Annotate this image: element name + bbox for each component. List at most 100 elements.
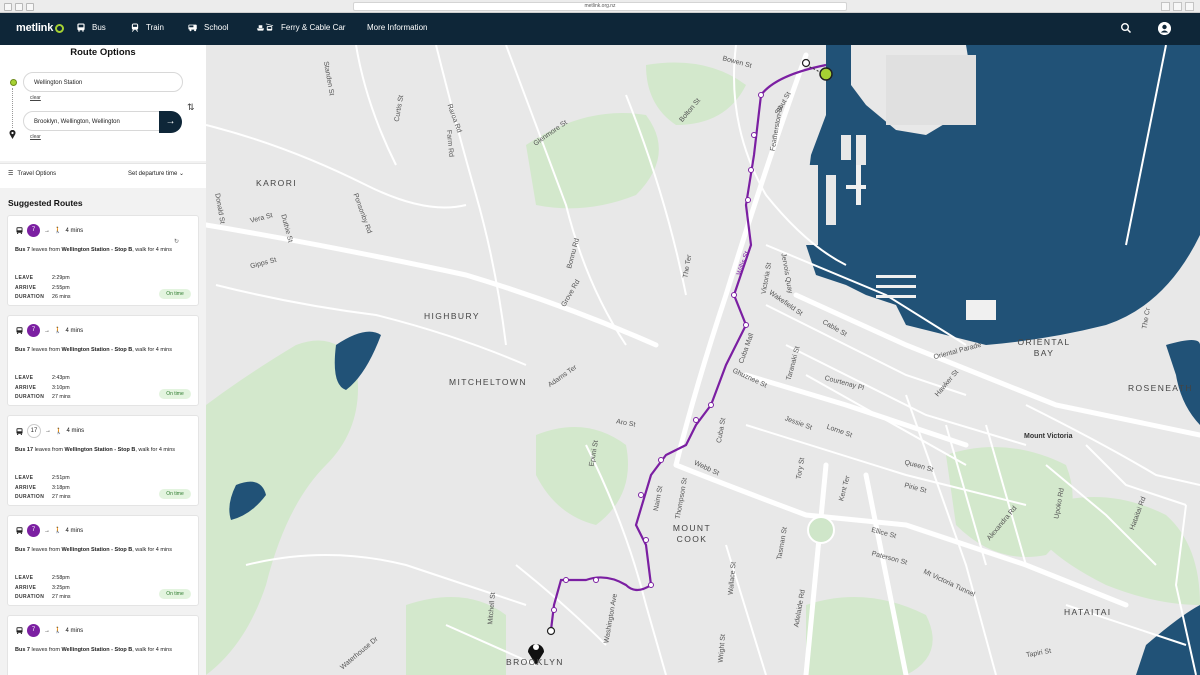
nav-bus[interactable]: Bus	[76, 23, 106, 32]
arrow-icon: →	[44, 327, 50, 334]
bus-icon	[16, 327, 23, 334]
route-description: Bus 7 leaves from Wellington Station - S…	[15, 346, 193, 355]
go-button[interactable]: →	[159, 111, 182, 133]
route-summary: 7 → 🚶 4 mins	[16, 324, 83, 337]
route-description: Bus 7 leaves from Wellington Station - S…	[15, 246, 193, 255]
arrow-icon: →	[44, 227, 50, 234]
route-summary: 7 → 🚶 4 mins	[16, 524, 83, 537]
map-label-suburb: MITCHELTOWN	[449, 377, 527, 387]
nav-school[interactable]: School	[188, 23, 228, 32]
map-label-suburb: MOUNT COOK	[672, 523, 712, 544]
origin-marker-icon[interactable]	[819, 67, 833, 81]
map-label-place: Mount Victoria	[1024, 433, 1073, 440]
route-card[interactable]: 17 → 🚶 4 mins Bus 17 leaves from Welling…	[7, 415, 199, 506]
logo-ring-icon	[55, 23, 65, 33]
arrow-icon: →	[44, 627, 50, 634]
nav-ferry-label: Ferry & Cable Car	[281, 23, 346, 32]
user-account-icon[interactable]	[1158, 22, 1171, 35]
logo-text: metlink	[16, 22, 54, 34]
leave-time: 2:43pm	[52, 375, 70, 381]
route-map[interactable]: KARORI HIGHBURY MITCHELTOWN MOUNT COOK B…	[206, 45, 1200, 675]
search-icon[interactable]	[1120, 22, 1132, 34]
route-walk-text: , walk for 4 mins	[132, 347, 172, 353]
train-icon	[131, 23, 139, 32]
browser-actions[interactable]	[1161, 2, 1194, 11]
origin-input[interactable]: Wellington Station	[23, 72, 183, 92]
bus-icon	[16, 527, 23, 534]
destination-input[interactable]: Brooklyn, Wellington, Wellington	[23, 111, 167, 131]
nav-school-label: School	[204, 23, 229, 32]
ferry-cablecar-icon	[256, 23, 274, 31]
walk-icon: 🚶	[54, 228, 62, 234]
route-card[interactable]: 7 → 🚶 4 mins ↻ Bus 7 leaves from Welling…	[7, 215, 199, 306]
route-desc-text: leaves from	[29, 347, 62, 353]
nav-ferry-cable-car[interactable]: Ferry & Cable Car	[255, 23, 345, 32]
departure-time-dropdown[interactable]: Set departure time ⌄	[128, 170, 184, 177]
leave-time: 2:29pm	[52, 275, 70, 281]
duration-value: 27 mins	[52, 594, 71, 600]
route-summary: 7 → 🚶 4 mins	[16, 224, 83, 237]
arrow-right-icon: →	[165, 116, 176, 127]
route-stop-name: Wellington Station - Stop B	[61, 247, 133, 253]
walk-duration: 4 mins	[65, 327, 84, 334]
route-stop-name: Wellington Station - Stop B	[61, 547, 133, 553]
bus-icon	[16, 427, 23, 435]
metlink-logo[interactable]: metlink	[16, 22, 65, 34]
route-description: Bus 17 leaves from Wellington Station - …	[15, 446, 193, 455]
arrow-icon: →	[45, 428, 51, 434]
map-label-suburb: BROOKLYN	[506, 657, 564, 667]
route-stop-name: Wellington Station - Stop B	[64, 447, 136, 453]
arrive-time: 2:55pm	[52, 284, 70, 291]
clear-origin-link[interactable]: clear	[30, 95, 41, 101]
route-start-stop[interactable]	[801, 58, 811, 68]
route-desc-text: leaves from	[29, 247, 62, 253]
arrow-icon: →	[44, 527, 50, 534]
route-number-badge: 7	[27, 524, 40, 537]
route-form: Route Options Wellington Station clear B…	[0, 45, 206, 161]
map-canvas[interactable]	[206, 45, 1200, 675]
route-walk-text: , walk for 4 mins	[135, 447, 176, 453]
departure-time-label: Set departure time	[128, 171, 178, 177]
refresh-icon[interactable]: ↻	[174, 238, 179, 245]
route-walk-text: , walk for 4 mins	[132, 247, 172, 253]
clear-destination-link[interactable]: clear	[30, 134, 41, 140]
travel-options-label: Travel Options	[17, 170, 57, 177]
route-options-title: Route Options	[70, 47, 136, 58]
route-times: LEAVE 2:51pm ARRIVE 3:18pm DURATION 27 mins	[15, 474, 71, 503]
route-end-stop[interactable]	[546, 626, 556, 636]
walk-icon: 🚶	[54, 528, 62, 534]
arrive-label: ARRIVE	[15, 284, 37, 291]
status-badge: On time	[159, 389, 191, 399]
route-number-badge: 7	[27, 624, 40, 637]
nav-more-information[interactable]: More Information	[367, 23, 427, 32]
route-card[interactable]: 7 → 🚶 4 mins Bus 7 leaves from Wellingto…	[7, 615, 199, 675]
route-description: Bus 7 leaves from Wellington Station - S…	[15, 646, 193, 655]
route-connector	[12, 88, 14, 128]
nav-train[interactable]: Train	[130, 23, 164, 32]
options-bar: ☰ Travel Options Set departure time ⌄	[0, 163, 206, 188]
walk-duration: 4 mins	[66, 428, 85, 434]
route-card[interactable]: 7 → 🚶 4 mins Bus 7 leaves from Wellingto…	[7, 515, 199, 606]
address-bar[interactable]: metlink.org.nz	[353, 2, 847, 11]
route-bus-name: Bus 7	[15, 547, 30, 553]
route-walk-text: , walk for 4 mins	[132, 647, 172, 653]
duration-label: DURATION	[15, 394, 45, 400]
route-times: LEAVE 2:58pm ARRIVE 3:25pm DURATION 27 mins	[15, 574, 71, 603]
travel-options-button[interactable]: ☰ Travel Options	[8, 170, 57, 178]
swap-icon[interactable]: ⇅	[187, 102, 195, 113]
status-badge: On time	[159, 589, 191, 599]
bus-icon	[77, 23, 85, 32]
leave-label: LEAVE	[15, 575, 34, 581]
leave-label: LEAVE	[15, 375, 34, 381]
window-controls[interactable]	[4, 3, 34, 11]
route-summary: 7 → 🚶 4 mins	[16, 624, 83, 637]
route-bus-name: Bus 7	[15, 347, 30, 353]
route-bus-name: Bus 17	[15, 447, 34, 453]
school-bus-icon	[188, 24, 197, 32]
top-navigation: metlink Bus Train School Ferry & Cable C…	[0, 13, 1200, 45]
duration-value: 27 mins	[52, 494, 71, 500]
bus-icon	[16, 227, 23, 234]
route-card[interactable]: 7 → 🚶 4 mins Bus 7 leaves from Wellingto…	[7, 315, 199, 406]
duration-value: 26 mins	[52, 294, 71, 300]
arrive-time: 3:25pm	[52, 584, 70, 591]
